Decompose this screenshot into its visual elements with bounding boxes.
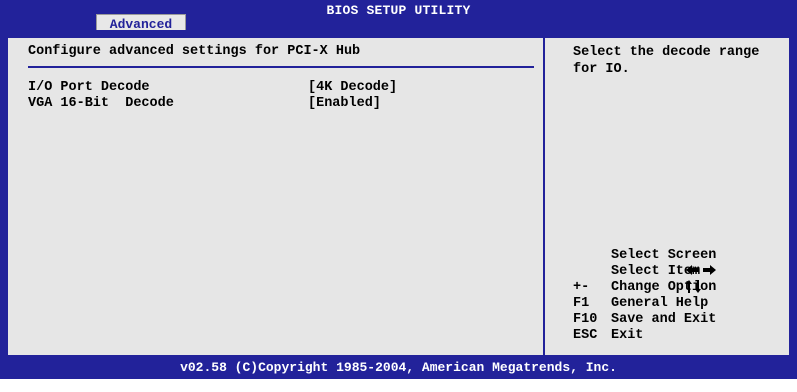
key-label: F1 bbox=[573, 296, 590, 311]
setting-label: I/O Port Decode bbox=[28, 80, 150, 95]
key-label: F10 bbox=[573, 312, 598, 327]
key-description: Save and Exit bbox=[611, 312, 717, 327]
title-bar: BIOS SETUP UTILITY Advanced bbox=[0, 0, 797, 33]
setting-io-port-decode[interactable]: I/O Port Decode [4K Decode] bbox=[28, 80, 397, 96]
settings-pane: Configure advanced settings for PCI-X Hu… bbox=[8, 38, 545, 355]
key-row-select-screen: Select Screen bbox=[573, 248, 717, 276]
bios-screen: BIOS SETUP UTILITY Advanced Configure ad… bbox=[0, 0, 797, 379]
help-pane: Select the decode range for IO. Select S… bbox=[545, 38, 789, 355]
key-description: Exit bbox=[611, 328, 644, 343]
content-area: Configure advanced settings for PCI-X Hu… bbox=[8, 38, 789, 355]
key-row-change-option: +- Change Option bbox=[573, 280, 716, 296]
key-description: General Help bbox=[611, 296, 709, 311]
key-description: Select Item bbox=[611, 264, 701, 279]
key-label: ESC bbox=[573, 328, 598, 343]
setting-value[interactable]: [Enabled] bbox=[308, 96, 381, 112]
setting-vga-16bit-decode[interactable]: VGA 16-Bit Decode [Enabled] bbox=[28, 96, 381, 112]
key-legend: Select Screen Select Item +- Change Opti… bbox=[573, 248, 717, 344]
key-row-select-item: Select Item bbox=[573, 264, 702, 293]
key-row-general-help: F1 General Help bbox=[573, 296, 708, 312]
section-title: Configure advanced settings for PCI-X Hu… bbox=[28, 44, 361, 59]
key-row-save-exit: F10 Save and Exit bbox=[573, 312, 716, 328]
key-label: +- bbox=[573, 280, 590, 295]
section-divider bbox=[28, 66, 534, 68]
help-description: Select the decode range for IO. bbox=[573, 45, 760, 77]
key-description: Change Option bbox=[611, 280, 717, 295]
key-description: Select Screen bbox=[611, 248, 717, 263]
copyright-footer: v02.58 (C)Copyright 1985-2004, American … bbox=[0, 357, 797, 379]
main-frame: Configure advanced settings for PCI-X Hu… bbox=[0, 30, 797, 357]
setting-value[interactable]: [4K Decode] bbox=[308, 80, 397, 96]
key-row-exit: ESC Exit bbox=[573, 328, 670, 344]
setting-label: VGA 16-Bit Decode bbox=[28, 96, 174, 111]
